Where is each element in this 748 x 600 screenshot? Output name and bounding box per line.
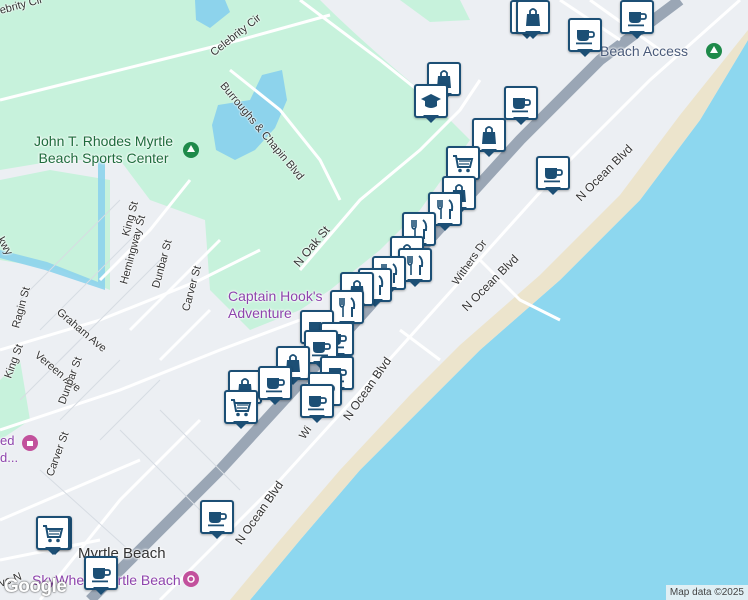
- cafe-icon: [504, 86, 538, 120]
- shopping-cart-icon: [446, 146, 480, 180]
- museum-marker-icon[interactable]: [22, 435, 38, 451]
- poi-pin-cafe[interactable]: [568, 18, 602, 58]
- restaurant-icon: [330, 290, 364, 324]
- poi-pin-cafe[interactable]: [258, 366, 292, 406]
- poi-pin-store[interactable]: [516, 0, 550, 40]
- park-marker-icon[interactable]: [183, 142, 199, 158]
- cafe-icon: [200, 500, 234, 534]
- shopping-cart-icon: [36, 516, 70, 550]
- pin-pointer: [629, 31, 645, 39]
- pin-pointer: [209, 531, 225, 539]
- cafe-icon: [536, 156, 570, 190]
- poi-pin-cafe[interactable]: [200, 500, 234, 540]
- beach-access-icon[interactable]: [706, 43, 722, 59]
- poi-pin-cafe[interactable]: [504, 86, 538, 126]
- pin-pointer: [267, 397, 283, 405]
- pin-pointer: [93, 587, 109, 595]
- poi-pin-cafe[interactable]: [536, 156, 570, 196]
- attraction-marker-icon[interactable]: [183, 571, 199, 587]
- poi-pin-cafe[interactable]: [620, 0, 654, 40]
- pin-pointer: [513, 117, 529, 125]
- map-canvas[interactable]: John T. Rhodes Myrtle Beach Sports Cente…: [0, 0, 748, 600]
- pin-pointer: [545, 187, 561, 195]
- poi-pin-grocery[interactable]: [36, 516, 70, 556]
- cafe-icon: [300, 384, 334, 418]
- pin-pointer: [437, 223, 453, 231]
- sports-center-label: John T. Rhodes Myrtle Beach Sports Cente…: [34, 133, 174, 166]
- poi-pin-cafe[interactable]: [84, 556, 118, 596]
- cafe-icon: [620, 0, 654, 34]
- museum-label: ed d...: [0, 433, 19, 465]
- cafe-icon: [258, 366, 292, 400]
- store-icon: [516, 0, 550, 34]
- shopping-cart-icon: [224, 390, 258, 424]
- pin-pointer: [577, 49, 593, 57]
- google-logo: Google: [4, 576, 67, 597]
- pin-pointer: [45, 547, 61, 555]
- pin-pointer: [525, 31, 541, 39]
- cafe-icon: [568, 18, 602, 52]
- beach-access-label: Beach Access: [600, 43, 688, 59]
- cafe-icon: [84, 556, 118, 590]
- poi-pin-school[interactable]: [414, 84, 448, 124]
- pin-pointer: [423, 115, 439, 123]
- map-attribution[interactable]: Map data ©2025: [665, 585, 748, 600]
- pin-pointer: [233, 421, 249, 429]
- pin-pointer: [309, 415, 325, 423]
- poi-pin-grocery[interactable]: [224, 390, 258, 430]
- school-icon: [414, 84, 448, 118]
- pin-pointer: [481, 149, 497, 157]
- poi-pin-cafe[interactable]: [300, 384, 334, 424]
- pin-pointer: [407, 279, 423, 287]
